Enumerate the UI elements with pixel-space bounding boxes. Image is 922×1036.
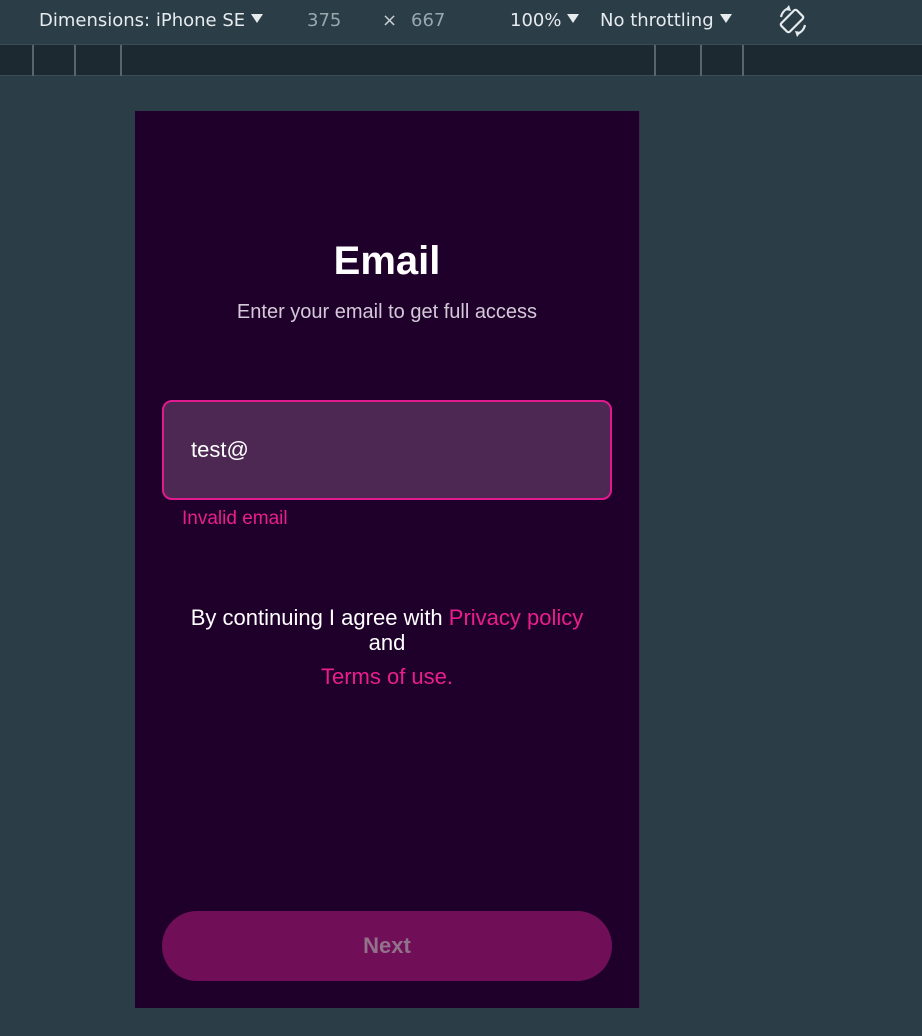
ruler-tick <box>654 45 656 76</box>
dimensions-dropdown[interactable]: Dimensions: iPhone SE <box>39 10 264 31</box>
dimensions-label: Dimensions: iPhone SE <box>39 10 246 31</box>
email-field[interactable] <box>162 400 612 500</box>
dropdown-arrow-icon <box>719 14 732 23</box>
media-query-ruler[interactable] <box>0 44 922 76</box>
page-title: Email <box>333 239 441 283</box>
devtools-toolbar: Dimensions: iPhone SE 375 × 667 100% No … <box>0 0 922 44</box>
zoom-dropdown[interactable]: 100% <box>510 10 580 31</box>
device-viewport: Email Enter your email to get full acces… <box>135 111 640 1008</box>
throttling-dropdown[interactable]: No throttling <box>600 10 732 31</box>
ruler-tick <box>74 45 76 76</box>
times-symbol: × <box>382 10 398 31</box>
throttling-label: No throttling <box>600 10 714 31</box>
consent-prefix: By continuing I agree with <box>190 605 449 630</box>
consent-and: and <box>368 630 406 655</box>
height-input[interactable]: 667 <box>411 10 445 31</box>
rotate-icon[interactable] <box>776 4 810 38</box>
ruler-tick <box>700 45 702 76</box>
privacy-policy-link[interactable]: Privacy policy <box>449 605 583 630</box>
ruler-tick <box>120 45 122 76</box>
dropdown-arrow-icon <box>567 14 580 23</box>
width-input[interactable]: 375 <box>307 10 341 31</box>
ruler-tick <box>32 45 34 76</box>
dropdown-arrow-icon <box>251 14 264 23</box>
ruler-tick <box>742 45 744 76</box>
email-error-message: Invalid email <box>182 508 288 529</box>
page-subtitle: Enter your email to get full access <box>236 301 538 323</box>
terms-line: Terms of use. <box>135 664 639 690</box>
next-button[interactable]: Next <box>162 911 612 981</box>
consent-text: By continuing I agree with Privacy polic… <box>135 605 639 655</box>
zoom-label: 100% <box>510 10 562 31</box>
terms-of-use-link[interactable]: Terms of use. <box>321 664 453 689</box>
